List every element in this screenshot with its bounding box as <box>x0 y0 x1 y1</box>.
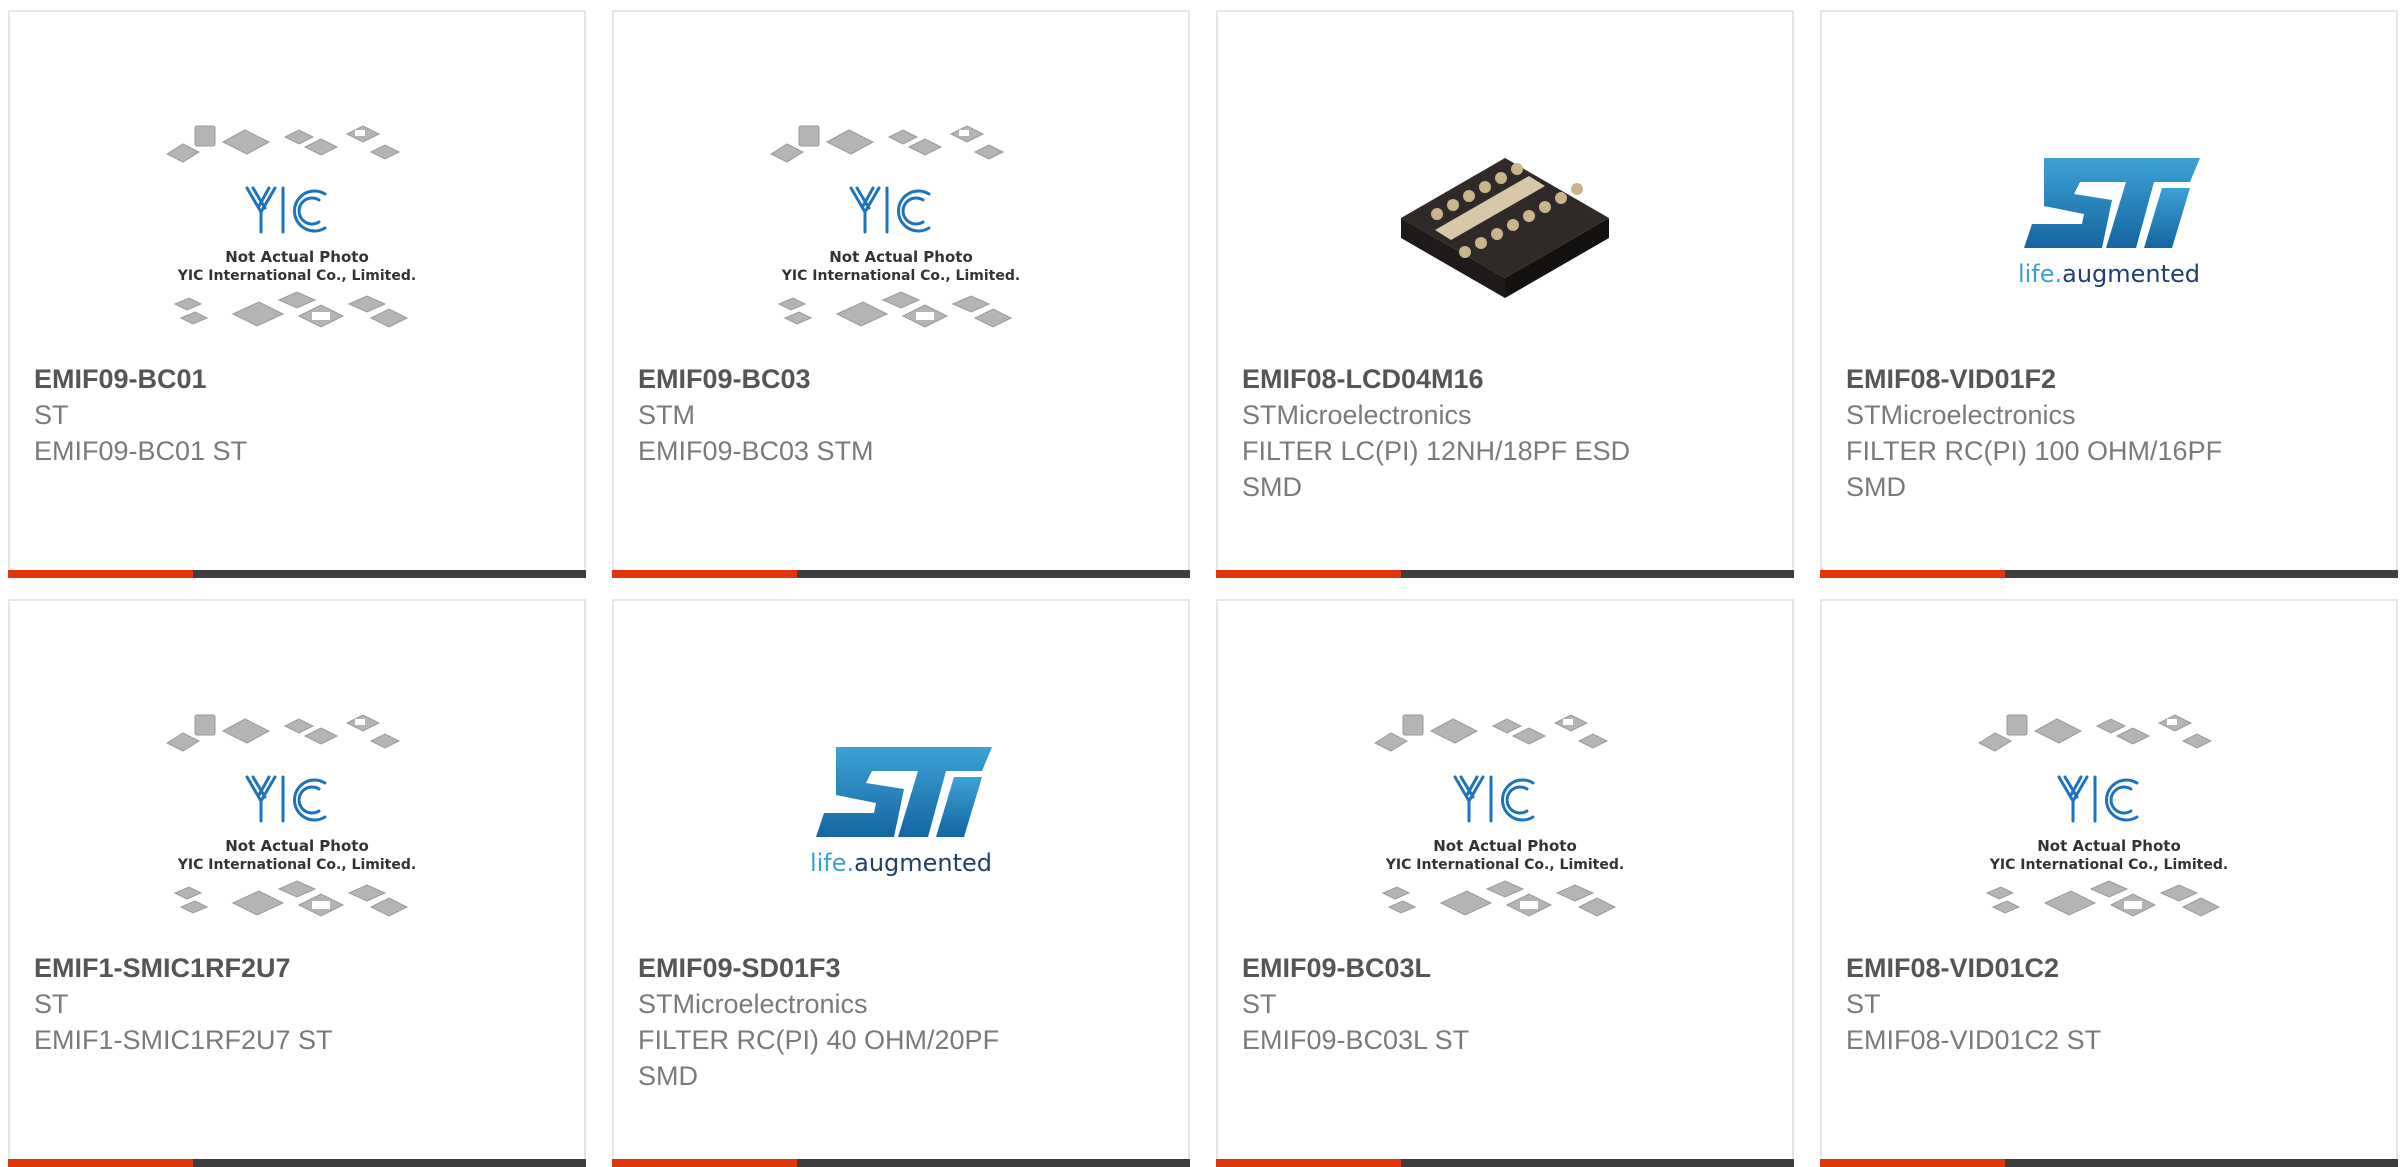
manufacturer: ST <box>34 400 69 430</box>
card-bottom-bar <box>1216 1159 1794 1167</box>
svg-text:life.augmented: life.augmented <box>810 849 992 877</box>
not-actual-photo-text: Not Actual Photo <box>829 248 973 266</box>
manufacturer: ST <box>1242 989 1277 1019</box>
description: EMIF09-BC03 STM <box>638 436 874 466</box>
card-accent-bar <box>1216 1159 1401 1167</box>
part-number[interactable]: EMIF08-VID01F2 <box>1846 361 2376 397</box>
st-logo: life.augmented <box>2018 158 2200 288</box>
part-number[interactable]: EMIF08-LCD04M16 <box>1242 361 1772 397</box>
card-accent-bar <box>8 1159 193 1167</box>
st-tagline-life: life. <box>810 849 854 877</box>
card-bottom-bar <box>612 1159 1190 1167</box>
company-text: YIC International Co., Limited. <box>1989 857 2228 873</box>
st-tagline-life: life. <box>2018 260 2062 288</box>
card-accent-bar <box>612 570 797 578</box>
manufacturer: ST <box>1846 989 1881 1019</box>
st-tagline-augmented: augmented <box>2062 260 2200 288</box>
product-card[interactable]: Not Actual Photo YIC International Co., … <box>1820 599 2398 1167</box>
product-card[interactable]: life.augmented EMIF08-VID01F2 STMicroele… <box>1820 10 2398 578</box>
product-image: life.augmented <box>1822 100 2396 356</box>
company-text: YIC International Co., Limited. <box>781 268 1020 284</box>
description: FILTER RC(PI) 100 OHM/16PF SMD <box>1846 436 2223 502</box>
description: FILTER LC(PI) 12NH/18PF ESD SMD <box>1242 436 1631 502</box>
product-image: Not Actual Photo YIC International Co., … <box>10 689 584 945</box>
product-image: Not Actual Photo YIC International Co., … <box>1218 689 1792 945</box>
card-bottom-bar <box>8 1159 586 1167</box>
card-accent-bar <box>612 1159 797 1167</box>
product-grid: Not Actual Photo YIC International Co., … <box>0 0 2400 1167</box>
description: EMIF08-VID01C2 ST <box>1846 1025 2102 1055</box>
svg-text:life.augmented: life.augmented <box>2018 260 2200 288</box>
company-text: YIC International Co., Limited. <box>1385 857 1624 873</box>
not-actual-photo-image: Not Actual Photo YIC International Co., … <box>1373 714 1624 917</box>
st-logo: life.augmented <box>810 747 992 877</box>
not-actual-photo-text: Not Actual Photo <box>1433 837 1577 855</box>
not-actual-photo-image: Not Actual Photo YIC International Co., … <box>769 125 1020 328</box>
part-number[interactable]: EMIF09-SD01F3 <box>638 950 1168 986</box>
description: EMIF09-BC01 ST <box>34 436 248 466</box>
chip-photo <box>1401 158 1609 298</box>
company-text: YIC International Co., Limited. <box>177 268 416 284</box>
description: EMIF09-BC03L ST <box>1242 1025 1470 1055</box>
card-bottom-bar <box>1820 1159 2398 1167</box>
product-card[interactable]: Not Actual Photo YIC International Co., … <box>1216 599 1794 1167</box>
part-number[interactable]: EMIF09-BC01 <box>34 361 564 397</box>
part-number[interactable]: EMIF1-SMIC1RF2U7 <box>34 950 564 986</box>
part-number[interactable]: EMIF09-BC03 <box>638 361 1168 397</box>
not-actual-photo-text: Not Actual Photo <box>225 837 369 855</box>
not-actual-photo-image: Not Actual Photo YIC International Co., … <box>165 714 416 917</box>
card-accent-bar <box>8 570 193 578</box>
manufacturer: STMicroelectronics <box>638 989 868 1019</box>
card-accent-bar <box>1820 1159 2005 1167</box>
card-accent-bar <box>1216 570 1401 578</box>
card-bottom-bar <box>1216 570 1794 578</box>
product-image <box>1218 100 1792 356</box>
not-actual-photo-text: Not Actual Photo <box>225 248 369 266</box>
product-image: Not Actual Photo YIC International Co., … <box>10 100 584 356</box>
manufacturer: ST <box>34 989 69 1019</box>
product-image: Not Actual Photo YIC International Co., … <box>1822 689 2396 945</box>
manufacturer: STMicroelectronics <box>1242 400 1472 430</box>
company-text: YIC International Co., Limited. <box>177 857 416 873</box>
card-bottom-bar <box>612 570 1190 578</box>
product-card[interactable]: Not Actual Photo YIC International Co., … <box>8 599 586 1167</box>
product-card[interactable]: life.augmented EMIF09-SD01F3 STMicroelec… <box>612 599 1190 1167</box>
not-actual-photo-image: Not Actual Photo YIC International Co., … <box>1977 714 2228 917</box>
product-image: life.augmented <box>614 689 1188 945</box>
manufacturer: STMicroelectronics <box>1846 400 2076 430</box>
product-card[interactable]: Not Actual Photo YIC International Co., … <box>8 10 586 578</box>
description: EMIF1-SMIC1RF2U7 ST <box>34 1025 333 1055</box>
manufacturer: STM <box>638 400 695 430</box>
card-bottom-bar <box>1820 570 2398 578</box>
not-actual-photo-image: Not Actual Photo YIC International Co., … <box>165 125 416 328</box>
card-accent-bar <box>1820 570 2005 578</box>
product-card[interactable]: Not Actual Photo YIC International Co., … <box>612 10 1190 578</box>
not-actual-photo-text: Not Actual Photo <box>2037 837 2181 855</box>
product-image: Not Actual Photo YIC International Co., … <box>614 100 1188 356</box>
part-number[interactable]: EMIF09-BC03L <box>1242 950 1772 986</box>
product-card[interactable]: EMIF08-LCD04M16 STMicroelectronics FILTE… <box>1216 10 1794 578</box>
description: FILTER RC(PI) 40 OHM/20PF SMD <box>638 1025 1000 1091</box>
part-number[interactable]: EMIF08-VID01C2 <box>1846 950 2376 986</box>
st-tagline-augmented: augmented <box>854 849 992 877</box>
card-bottom-bar <box>8 570 586 578</box>
